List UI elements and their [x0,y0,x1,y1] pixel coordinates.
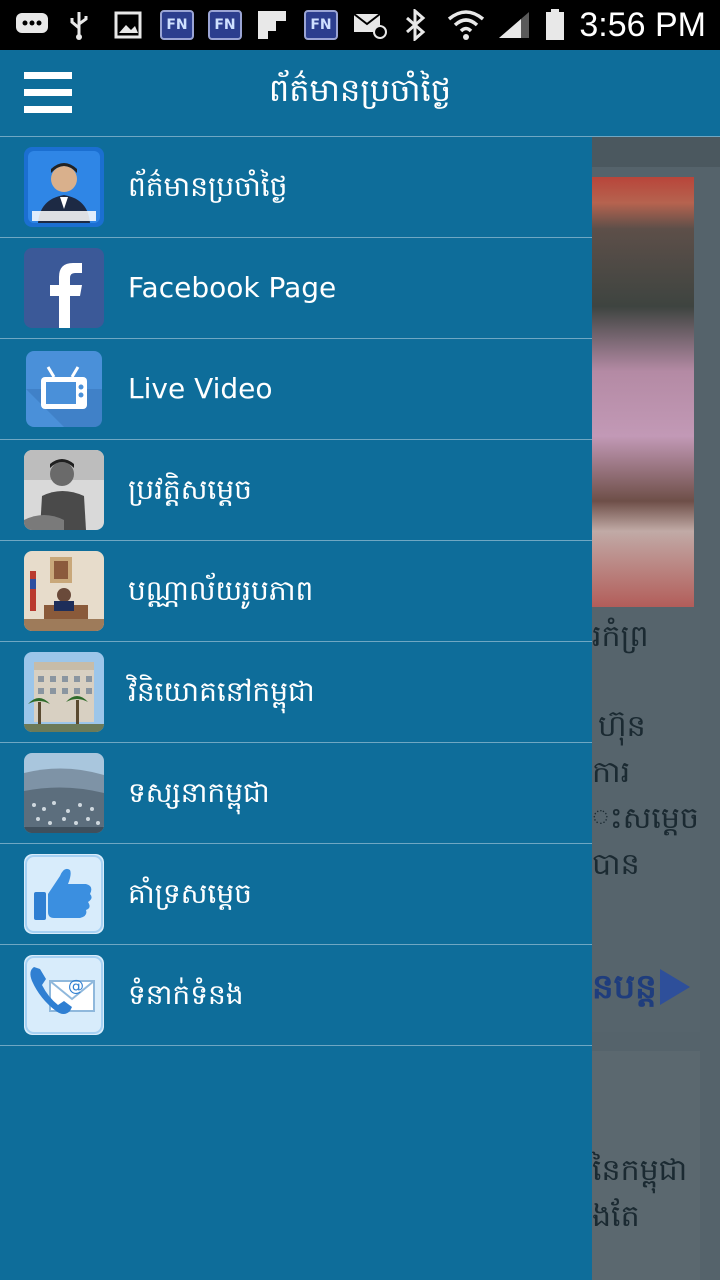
fn-label: FN [160,10,194,40]
drawer-item-facebook-page[interactable]: Facebook Page [0,238,592,339]
drawer-item-contact[interactable]: @ ទំនាក់ទំនង [0,945,592,1046]
drawer-item-label: គាំទ្រសម្តេច [128,877,252,910]
background-text: ះសម្តេច [592,801,699,836]
drawer-item-live-video[interactable]: Live Video [0,339,592,440]
photo-library-icon [24,551,104,631]
drawer-item-visit-cambodia[interactable]: ទស្សនាកម្ពុជា [0,743,592,844]
background-text: បាន [592,847,640,882]
bluetooth-icon [400,9,430,41]
app-bar: ព័ត៌មានប្រចាំថ្ងៃ [0,50,720,137]
navigation-drawer: ព័ត៌មានប្រចាំថ្ងៃ Facebook Page Live Vid… [0,137,592,1280]
drawer-item-label: Facebook Page [128,271,337,304]
visit-city-icon [24,753,104,833]
background-text: ហ៊ុន [598,709,646,744]
page-title: ព័ត៌មានប្រចាំថ្ងៃ [268,71,452,109]
status-bar: FN FN FN 3:56 PM [0,0,720,50]
battery-icon [544,9,566,41]
read-more-link[interactable]: នបន្ត [592,965,657,1015]
contact-phone-mail-icon: @ [24,955,104,1035]
svg-text:@: @ [68,976,84,995]
status-time: 3:56 PM [579,6,706,44]
arrow-right-icon[interactable] [660,969,690,1005]
news-portrait-icon [24,147,104,227]
background-text: នៃកម្ពុជា [592,1153,688,1188]
chat-icon [14,9,50,41]
drawer-item-label: ប្រវត្តិសម្តេច [128,473,252,506]
investment-building-icon [24,652,104,732]
background-news-photo [592,177,694,609]
drawer-item-daily-news[interactable]: ព័ត៌មានប្រចាំថ្ងៃ [0,137,592,238]
background-content: រកំព្រ ហ៊ុន ការ ះសម្តេច បាន នបន្ត នៃកម្ព… [592,137,720,1280]
tv-icon [24,349,104,429]
drawer-item-label: Live Video [128,372,273,405]
fn-label: FN [304,10,338,40]
background-strip [592,137,720,167]
flipboard-icon [256,9,288,41]
fn-icon: FN [160,9,194,41]
image-icon [112,9,144,41]
biography-photo-icon [24,450,104,530]
background-text: ងតែ [592,1199,640,1234]
drawer-item-label: ព័ត៌មានប្រចាំថ្ងៃ [128,170,288,203]
fn-icon: FN [208,9,242,41]
facebook-icon [24,248,104,328]
drawer-item-label: បណ្ណាល័យរូបភាព [128,574,314,607]
background-news-card-2: នៃកម្ពុជា ងតែ [592,1051,700,1280]
background-text: ការ [592,755,631,790]
drawer-item-label: ទំនាក់ទំនង [128,978,244,1011]
fn-label: FN [208,10,242,40]
drawer-item-support[interactable]: គាំទ្រសម្តេច [0,844,592,945]
usb-icon [64,9,94,41]
drawer-item-label: វិនិយោគនៅកម្ពុជា [128,675,315,708]
drawer-item-biography[interactable]: ប្រវត្តិសម្តេច [0,440,592,541]
wifi-icon [446,9,486,41]
email-icon [352,9,388,41]
drawer-item-invest-in-cambodia[interactable]: វិនិយោគនៅកម្ពុជា [0,642,592,743]
signal-icon [496,9,532,41]
drawer-item-photo-library[interactable]: បណ្ណាល័យរូបភាព [0,541,592,642]
fn-icon: FN [304,9,338,41]
thumbs-up-icon [24,854,104,934]
background-text: រកំព្រ [592,619,649,654]
drawer-item-label: ទស្សនាកម្ពុជា [128,776,270,809]
